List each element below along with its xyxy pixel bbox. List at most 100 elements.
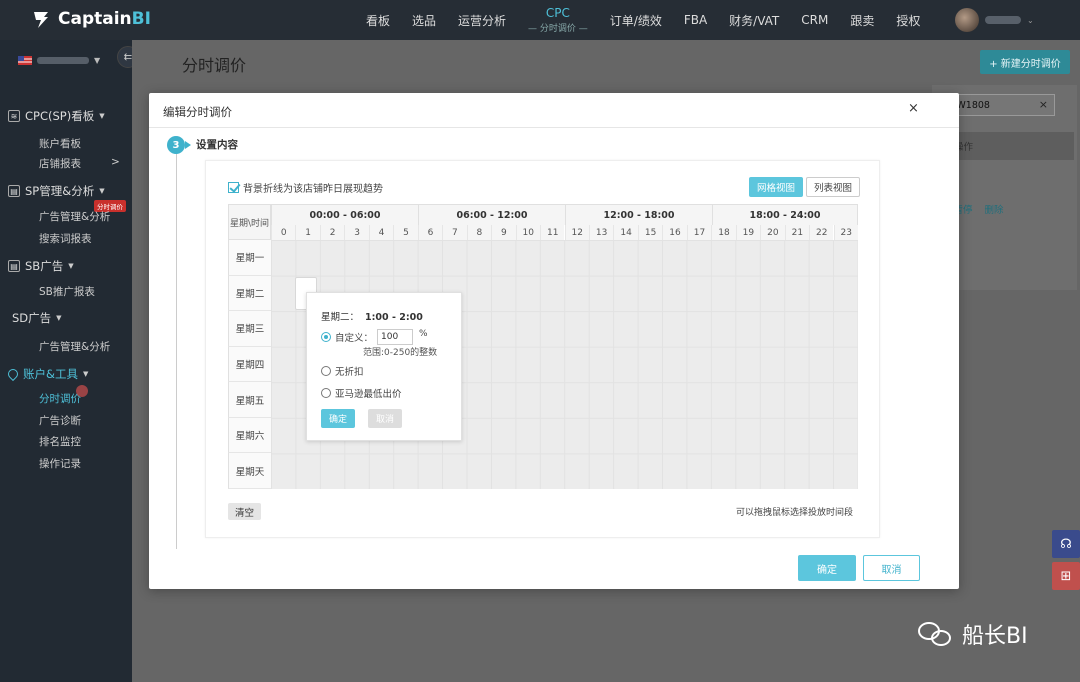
hour-label: 7 bbox=[442, 225, 467, 240]
sidebar-group-account-tools[interactable]: 账户&工具 ▼ bbox=[5, 366, 88, 382]
radio-selected[interactable] bbox=[321, 332, 331, 342]
nav-finance[interactable]: 财务/VAT bbox=[718, 0, 790, 40]
checkbox-checked[interactable] bbox=[228, 182, 239, 193]
segment-header: 18:00 - 24:00 bbox=[712, 204, 858, 225]
day-label: 星期天 bbox=[228, 453, 271, 489]
captain-logo-icon bbox=[34, 12, 48, 28]
sidebar-item-rank-monitor[interactable]: 排名监控 bbox=[39, 434, 81, 449]
hour-label: 21 bbox=[784, 225, 810, 240]
step-number: 3 bbox=[167, 136, 191, 154]
popover-cancel-button[interactable]: 取消 bbox=[368, 409, 402, 428]
store-selector[interactable]: ▼ bbox=[18, 56, 100, 65]
sidebar-item-operation-log[interactable]: 操作记录 bbox=[39, 456, 81, 471]
modal-title: 编辑分时调价 bbox=[163, 105, 232, 119]
popover-title: 星期二： 1:00 - 2:00 bbox=[321, 312, 423, 323]
popover-confirm-button[interactable]: 确定 bbox=[321, 409, 355, 428]
confirm-button[interactable]: 确定 bbox=[798, 555, 856, 581]
trend-checkbox-row[interactable]: 背景折线为该店铺昨日展现趋势 bbox=[228, 180, 383, 195]
notification-dot bbox=[76, 385, 88, 397]
day-label: 星期三 bbox=[228, 311, 271, 347]
layers-icon: ≋ bbox=[8, 110, 20, 122]
sidebar-item-time-pricing[interactable]: 分时调价 bbox=[39, 391, 81, 406]
option-amazon-lowest[interactable]: 亚马逊最低出价 bbox=[321, 386, 402, 400]
nav-product-selection[interactable]: 选品 bbox=[401, 0, 447, 40]
chevron-down-icon: ⌄ bbox=[1027, 15, 1034, 25]
logo-accent: BI bbox=[131, 9, 151, 29]
hour-label: 10 bbox=[515, 225, 540, 240]
hour-label: 15 bbox=[637, 225, 663, 240]
list-view-button[interactable]: 列表视图 bbox=[806, 177, 860, 197]
radio-unselected[interactable] bbox=[321, 366, 331, 376]
chevron-right-icon: > bbox=[111, 156, 120, 168]
nav-authorization[interactable]: 授权 bbox=[885, 0, 931, 40]
app-logo[interactable]: CaptainBI bbox=[30, 8, 151, 30]
chart-box-icon: ▤ bbox=[8, 260, 20, 272]
hour-label: 11 bbox=[540, 225, 565, 240]
hour-label: 6 bbox=[417, 225, 443, 240]
nav-kanban[interactable]: 看板 bbox=[355, 0, 401, 40]
day-label: 星期五 bbox=[228, 382, 271, 418]
hour-label: 20 bbox=[760, 225, 785, 240]
sidebar-item-sd-management[interactable]: 广告管理&分析 bbox=[39, 339, 110, 354]
nav-orders[interactable]: 订单/绩效 bbox=[599, 0, 673, 40]
sidebar-item-ad-management[interactable]: 广告管理&分析 bbox=[39, 209, 110, 224]
clear-button[interactable]: 清空 bbox=[228, 503, 261, 520]
modal-divider bbox=[149, 127, 959, 128]
segment-header: 00:00 - 06:00 bbox=[271, 204, 418, 225]
top-navbar: CaptainBI 看板 选品 运营分析 CPC — 分时调价 — 订单/绩效 F… bbox=[0, 0, 1080, 40]
hour-label: 0 bbox=[271, 225, 296, 240]
nav-crm[interactable]: CRM bbox=[790, 0, 839, 40]
hour-label: 3 bbox=[344, 225, 369, 240]
hour-label: 13 bbox=[588, 225, 614, 240]
caret-down-icon: ▼ bbox=[99, 187, 105, 195]
user-menu[interactable]: ⌄ bbox=[955, 8, 1034, 32]
hour-label: 4 bbox=[368, 225, 394, 240]
hour-label: 5 bbox=[393, 225, 418, 240]
hour-label: 9 bbox=[491, 225, 516, 240]
option-no-discount[interactable]: 无折扣 bbox=[321, 364, 364, 378]
sidebar-item-search-terms[interactable]: 搜索词报表 bbox=[39, 231, 92, 246]
sidebar-item-account-board[interactable]: 账户看板 bbox=[39, 136, 81, 151]
nav-operations-analysis[interactable]: 运营分析 bbox=[447, 0, 517, 40]
delete-link[interactable]: 删除 bbox=[985, 202, 1004, 216]
nav-fba[interactable]: FBA bbox=[673, 0, 718, 40]
avatar bbox=[955, 8, 979, 32]
sidebar-group-sp[interactable]: ▤ SP管理&分析 ▼ bbox=[8, 183, 105, 199]
gift-icon[interactable]: ⊞ bbox=[1052, 562, 1080, 590]
close-icon[interactable]: × bbox=[908, 101, 919, 116]
hour-label: 1 bbox=[295, 225, 320, 240]
hour-label: 8 bbox=[466, 225, 492, 240]
caret-down-icon: ▼ bbox=[68, 262, 74, 270]
us-flag-icon bbox=[18, 56, 32, 65]
sidebar-item-ad-diagnosis[interactable]: 广告诊断 bbox=[39, 413, 81, 428]
sidebar-item-sb-report[interactable]: SB推广报表 bbox=[39, 284, 95, 299]
headset-icon[interactable]: ☊ bbox=[1052, 530, 1080, 558]
grid-corner-label: 星期\时间 bbox=[228, 204, 271, 240]
sidebar: ▼ ⇇ ≋ CPC(SP)看板 ▼ 账户看板 店铺报表 > ▤ SP管理&分析 ▼ 分… bbox=[0, 40, 139, 682]
new-time-pricing-button[interactable]: + 新建分时调价 bbox=[980, 50, 1070, 74]
sidebar-group-cpc-sp[interactable]: ≋ CPC(SP)看板 ▼ bbox=[8, 108, 105, 124]
sidebar-group-sd[interactable]: SD广告 ▼ bbox=[12, 310, 62, 326]
cancel-button[interactable]: 取消 bbox=[863, 555, 920, 581]
custom-percent-input[interactable] bbox=[377, 329, 414, 345]
main-nav: 看板 选品 运营分析 CPC — 分时调价 — 订单/绩效 FBA 财务/VAT … bbox=[355, 0, 931, 40]
hour-label: 23 bbox=[833, 225, 858, 240]
step-line bbox=[176, 151, 177, 549]
option-custom[interactable]: 自定义： % bbox=[321, 329, 428, 345]
nav-cpc[interactable]: CPC — 分时调价 — bbox=[517, 0, 599, 40]
hour-label: 2 bbox=[319, 225, 345, 240]
sidebar-group-sb[interactable]: ▤ SB广告 ▼ bbox=[8, 258, 74, 274]
drag-hint: 可以拖拽鼠标选择投放时间段 bbox=[736, 508, 854, 518]
grid-view-button[interactable]: 网格视图 bbox=[749, 177, 803, 197]
radio-unselected[interactable] bbox=[321, 388, 331, 398]
store-name-blurred bbox=[37, 57, 89, 64]
day-label: 星期四 bbox=[228, 346, 271, 383]
cell-price-popover: 星期二：1:00 - 2:00 自定义： % 范围:0-250的整数 无折扣 亚… bbox=[306, 292, 462, 441]
user-name-blurred bbox=[985, 16, 1021, 24]
day-label: 星期六 bbox=[228, 417, 271, 454]
nav-follow-sell[interactable]: 跟卖 bbox=[839, 0, 885, 40]
sidebar-item-shop-report[interactable]: 店铺报表 > bbox=[39, 156, 120, 171]
day-label: 星期二 bbox=[228, 275, 271, 312]
hour-label: 18 bbox=[711, 225, 736, 240]
clear-icon[interactable]: × bbox=[1039, 98, 1048, 111]
